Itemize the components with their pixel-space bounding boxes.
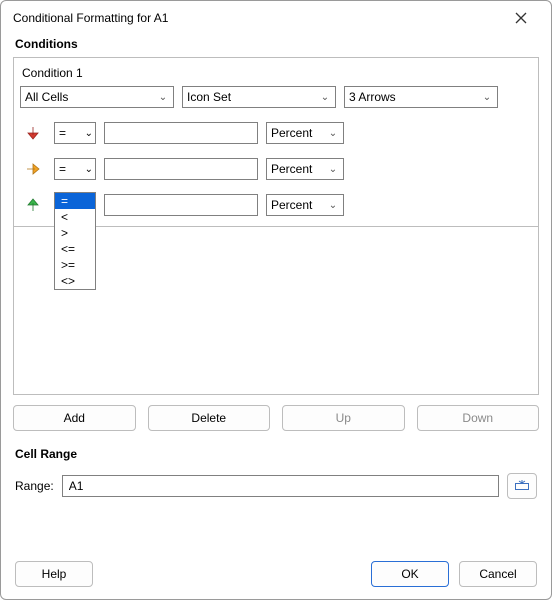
dialog-title: Conditional Formatting for A1 [13,11,501,25]
chevron-down-icon: ⌄ [327,128,339,139]
chevron-down-icon: ⌄ [85,128,93,139]
operator-option[interactable]: <= [55,241,95,257]
style-select[interactable]: Icon Set ⌄ [182,86,336,108]
range-input[interactable] [62,475,499,497]
operator-option[interactable]: < [55,209,95,225]
titlebar: Conditional Formatting for A1 [1,1,551,35]
icon-rule-row: = ⌄ Percent ⌄ [20,194,532,216]
chevron-down-icon: ⌄ [157,92,169,103]
cancel-button[interactable]: Cancel [459,561,537,587]
condition-top-row: All Cells ⌄ Icon Set ⌄ 3 Arrows ⌄ [20,86,532,108]
delete-button[interactable]: Delete [148,405,271,431]
value-type-value: Percent [271,162,327,176]
range-row: Range: [13,473,539,499]
iconset-select[interactable]: 3 Arrows ⌄ [344,86,498,108]
chevron-down-icon: ⌄ [327,164,339,175]
operator-select[interactable]: = ⌄ [54,122,96,144]
add-button[interactable]: Add [13,405,136,431]
dialog-body: Conditions Condition 1 All Cells ⌄ Icon … [1,35,551,599]
icon-rule-row: = ⌄ Percent ⌄ [20,158,532,180]
move-down-button[interactable]: Down [417,405,540,431]
condition-buttons-row: Add Delete Up Down [13,405,539,431]
move-up-button[interactable]: Up [282,405,405,431]
value-type-select[interactable]: Percent ⌄ [266,122,344,144]
dialog-button-bar: Help OK Cancel [13,561,539,593]
threshold-input[interactable] [104,122,258,144]
cell-range-section-label: Cell Range [13,445,539,467]
chevron-down-icon: ⌄ [327,200,339,211]
icon-rule-rows: = ⌄ Percent ⌄ = ⌄ [20,122,532,216]
threshold-input[interactable] [104,194,258,216]
operator-value: = [59,162,66,176]
scope-select[interactable]: All Cells ⌄ [20,86,174,108]
shrink-reference-button[interactable] [507,473,537,499]
close-icon [515,12,527,24]
operator-value: = [59,126,66,140]
shrink-icon [515,480,529,492]
value-type-value: Percent [271,198,327,212]
threshold-input[interactable] [104,158,258,180]
operator-option[interactable]: >= [55,257,95,273]
conditions-section-label: Conditions [13,35,539,57]
value-type-select[interactable]: Percent ⌄ [266,158,344,180]
close-button[interactable] [501,4,541,32]
style-select-value: Icon Set [187,90,319,104]
help-button[interactable]: Help [15,561,93,587]
chevron-down-icon: ⌄ [85,164,93,175]
range-label: Range: [15,479,54,493]
chevron-down-icon: ⌄ [481,92,493,103]
conditional-formatting-dialog: Conditional Formatting for A1 Conditions… [0,0,552,600]
value-type-value: Percent [271,126,327,140]
arrow-up-icon [24,196,42,214]
ok-button[interactable]: OK [371,561,449,587]
operator-option[interactable]: > [55,225,95,241]
value-type-select[interactable]: Percent ⌄ [266,194,344,216]
iconset-select-value: 3 Arrows [349,90,481,104]
icon-rule-row: = ⌄ Percent ⌄ [20,122,532,144]
arrow-down-icon [24,124,42,142]
operator-option[interactable]: <> [55,273,95,289]
chevron-down-icon: ⌄ [319,92,331,103]
operator-option[interactable]: = [55,193,95,209]
scope-select-value: All Cells [25,90,157,104]
operator-select[interactable]: = ⌄ [54,158,96,180]
condition-title: Condition 1 [20,64,532,86]
operator-dropdown-list[interactable]: = < > <= >= <> [54,192,96,290]
conditions-panel: Condition 1 All Cells ⌄ Icon Set ⌄ 3 Arr… [13,57,539,395]
arrow-right-icon [24,160,42,178]
